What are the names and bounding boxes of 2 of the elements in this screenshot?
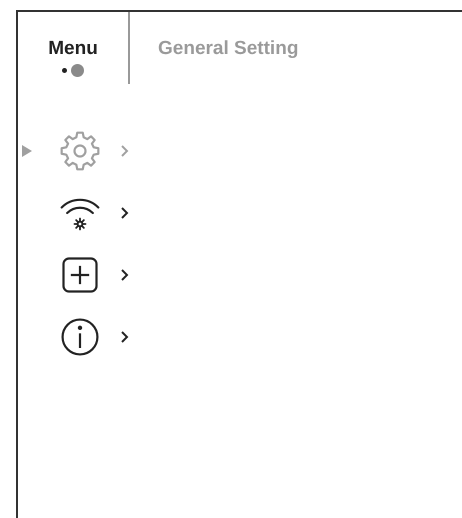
section-title: General Setting	[158, 38, 298, 60]
menu-title: Menu	[48, 38, 98, 60]
